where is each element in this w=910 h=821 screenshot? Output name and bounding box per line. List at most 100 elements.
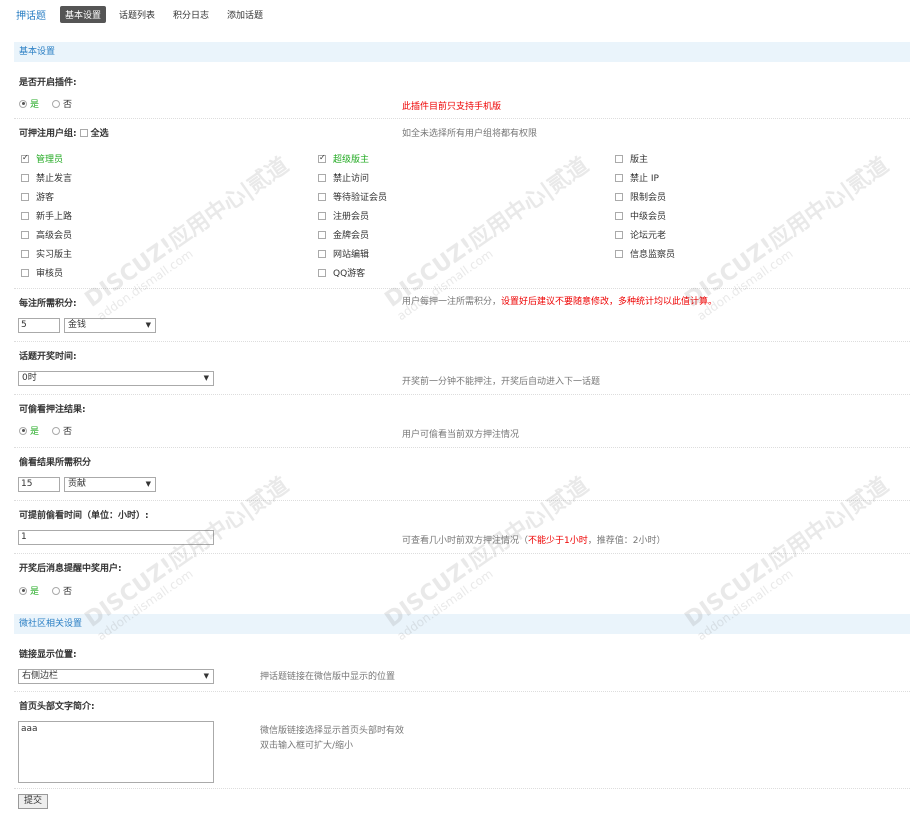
- checkbox[interactable]: [21, 192, 29, 201]
- peek-time-input[interactable]: 1: [18, 530, 214, 545]
- tab-add-topic[interactable]: 添加话题: [222, 6, 268, 23]
- checkbox[interactable]: [615, 211, 623, 220]
- group-label: 版主: [630, 155, 649, 165]
- group-intern-moderator[interactable]: 实习版主: [21, 247, 72, 260]
- group-inspector[interactable]: 信息监察员: [615, 247, 675, 260]
- home-header-textarea[interactable]: aaa: [18, 721, 214, 783]
- group-guest[interactable]: 游客: [21, 190, 54, 203]
- group-senior[interactable]: 高级会员: [21, 228, 72, 241]
- bet-points-currency-select[interactable]: 金钱 ▼: [64, 318, 156, 333]
- draw-time-tip: 开奖前一分钟不能押注，开奖后自动进入下一话题: [402, 377, 601, 387]
- dropdown-arrow-icon: ▼: [145, 321, 151, 329]
- checkbox[interactable]: [318, 211, 326, 220]
- home-header-tips: 微信版链接选择显示首页头部时有效 双击输入框可扩大/缩小: [260, 724, 404, 754]
- group-gold[interactable]: 金牌会员: [318, 228, 369, 241]
- checkbox[interactable]: [615, 249, 623, 258]
- submit-button[interactable]: 提交: [18, 794, 49, 809]
- notify-no-radio[interactable]: [52, 586, 61, 595]
- tab-topic-list[interactable]: 话题列表: [114, 6, 160, 23]
- link-position-tip: 押话题链接在微信版中显示的位置: [260, 672, 396, 682]
- tab-basic-settings[interactable]: 基本设置: [60, 5, 107, 23]
- checkbox[interactable]: [318, 173, 326, 182]
- group-label: 禁止发言: [36, 174, 73, 184]
- peek-no-radio[interactable]: [52, 426, 61, 435]
- home-header-label: 首页头部文字简介:: [19, 702, 95, 712]
- bet-points-label: 每注所需积分:: [19, 299, 77, 309]
- tab-points-log[interactable]: 积分日志: [168, 6, 214, 23]
- checkbox[interactable]: [21, 173, 29, 182]
- checkbox[interactable]: [318, 249, 326, 258]
- group-label: 金牌会员: [333, 231, 370, 241]
- peek-time-tip-b: ，推荐值：2小时）: [587, 536, 666, 546]
- checkbox[interactable]: [318, 153, 326, 163]
- brand-title[interactable]: 押话题: [16, 7, 46, 22]
- group-banned-access[interactable]: 禁止访问: [318, 171, 369, 184]
- group-label: 高级会员: [36, 231, 73, 241]
- checkbox[interactable]: [21, 211, 29, 220]
- peek-points-input[interactable]: 15: [18, 477, 60, 492]
- group-registered[interactable]: 注册会员: [318, 209, 369, 222]
- notify-yes-label: 是: [30, 587, 40, 597]
- link-position-select[interactable]: 右侧边栏 ▼: [18, 669, 214, 684]
- peek-no-label: 否: [63, 427, 73, 437]
- bet-points-input[interactable]: 5: [18, 318, 60, 333]
- bet-points-tip: 用户每押一注所需积分，设置好后建议不要随意修改，多种统计均以此值计算。: [402, 294, 717, 307]
- group-pending[interactable]: 等待验证会员: [318, 190, 387, 203]
- group-veteran[interactable]: 论坛元老: [615, 228, 666, 241]
- group-intermediate[interactable]: 中级会员: [615, 209, 666, 222]
- group-banned-ip[interactable]: 禁止 IP: [615, 171, 659, 184]
- group-label: 注册会员: [333, 212, 370, 222]
- group-label: 禁止 IP: [630, 174, 659, 184]
- peek-time-tip-warning: 不能少于1小时: [528, 536, 588, 546]
- checkbox[interactable]: [318, 268, 326, 277]
- checkbox[interactable]: [615, 230, 623, 239]
- checkbox[interactable]: [21, 153, 29, 163]
- group-label: 审核员: [36, 269, 64, 279]
- group-newbie[interactable]: 新手上路: [21, 209, 72, 222]
- select-value: 0时: [22, 373, 37, 383]
- checkbox[interactable]: [615, 154, 623, 163]
- draw-time-select[interactable]: 0时 ▼: [18, 371, 214, 386]
- checkbox[interactable]: [21, 249, 29, 258]
- group-admin[interactable]: 管理员: [21, 152, 63, 165]
- divider: [14, 118, 910, 119]
- group-label: QQ游客: [333, 269, 366, 279]
- group-restricted[interactable]: 限制会员: [615, 190, 666, 203]
- group-moderator[interactable]: 版主: [615, 152, 648, 165]
- enable-plugin-label: 是否开启插件:: [19, 78, 77, 88]
- dropdown-arrow-icon: ▼: [203, 374, 209, 382]
- checkbox[interactable]: [318, 230, 326, 239]
- checkbox[interactable]: [615, 192, 623, 201]
- enable-no-radio[interactable]: [52, 99, 61, 108]
- checkbox[interactable]: [615, 173, 623, 182]
- select-all-checkbox[interactable]: [79, 128, 88, 137]
- divider: [14, 691, 910, 692]
- divider: [14, 500, 910, 501]
- peek-points-currency-select[interactable]: 贡献 ▼: [64, 477, 156, 492]
- divider: [14, 341, 910, 342]
- group-site-editor[interactable]: 网站编辑: [318, 247, 369, 260]
- enable-yes-radio[interactable]: [19, 99, 27, 108]
- home-header-tip-2: 双击输入框可扩大/缩小: [260, 741, 354, 751]
- group-label: 等待验证会员: [333, 193, 388, 203]
- peek-yes-radio[interactable]: [19, 426, 27, 435]
- select-value: 金钱: [68, 320, 87, 330]
- group-qq-guest[interactable]: QQ游客: [318, 266, 365, 279]
- group-reviewer[interactable]: 审核员: [21, 266, 63, 279]
- checkbox[interactable]: [21, 230, 29, 239]
- peek-time-tip: 可查看几小时前双方押注情况（不能少于1小时，推荐值：2小时）: [402, 533, 665, 546]
- group-label: 信息监察员: [630, 250, 676, 260]
- group-super-moderator[interactable]: 超级版主: [318, 152, 369, 165]
- notify-yes-radio[interactable]: [19, 586, 27, 595]
- group-banned-post[interactable]: 禁止发言: [21, 171, 72, 184]
- user-groups-tip: 如全未选择所有用户组将都有权限: [402, 129, 538, 139]
- enable-no-label: 否: [63, 100, 73, 110]
- group-label: 禁止访问: [333, 174, 370, 184]
- user-groups-label-row: 可押注用户组: 全选: [19, 126, 109, 139]
- checkbox[interactable]: [318, 192, 326, 201]
- notify-radios: 是 否: [19, 584, 82, 597]
- checkbox[interactable]: [21, 268, 29, 277]
- select-value: 贡献: [68, 479, 87, 489]
- select-all-label: 全选: [90, 129, 109, 139]
- enable-plugin-tip: 此插件目前只支持手机版: [402, 102, 502, 112]
